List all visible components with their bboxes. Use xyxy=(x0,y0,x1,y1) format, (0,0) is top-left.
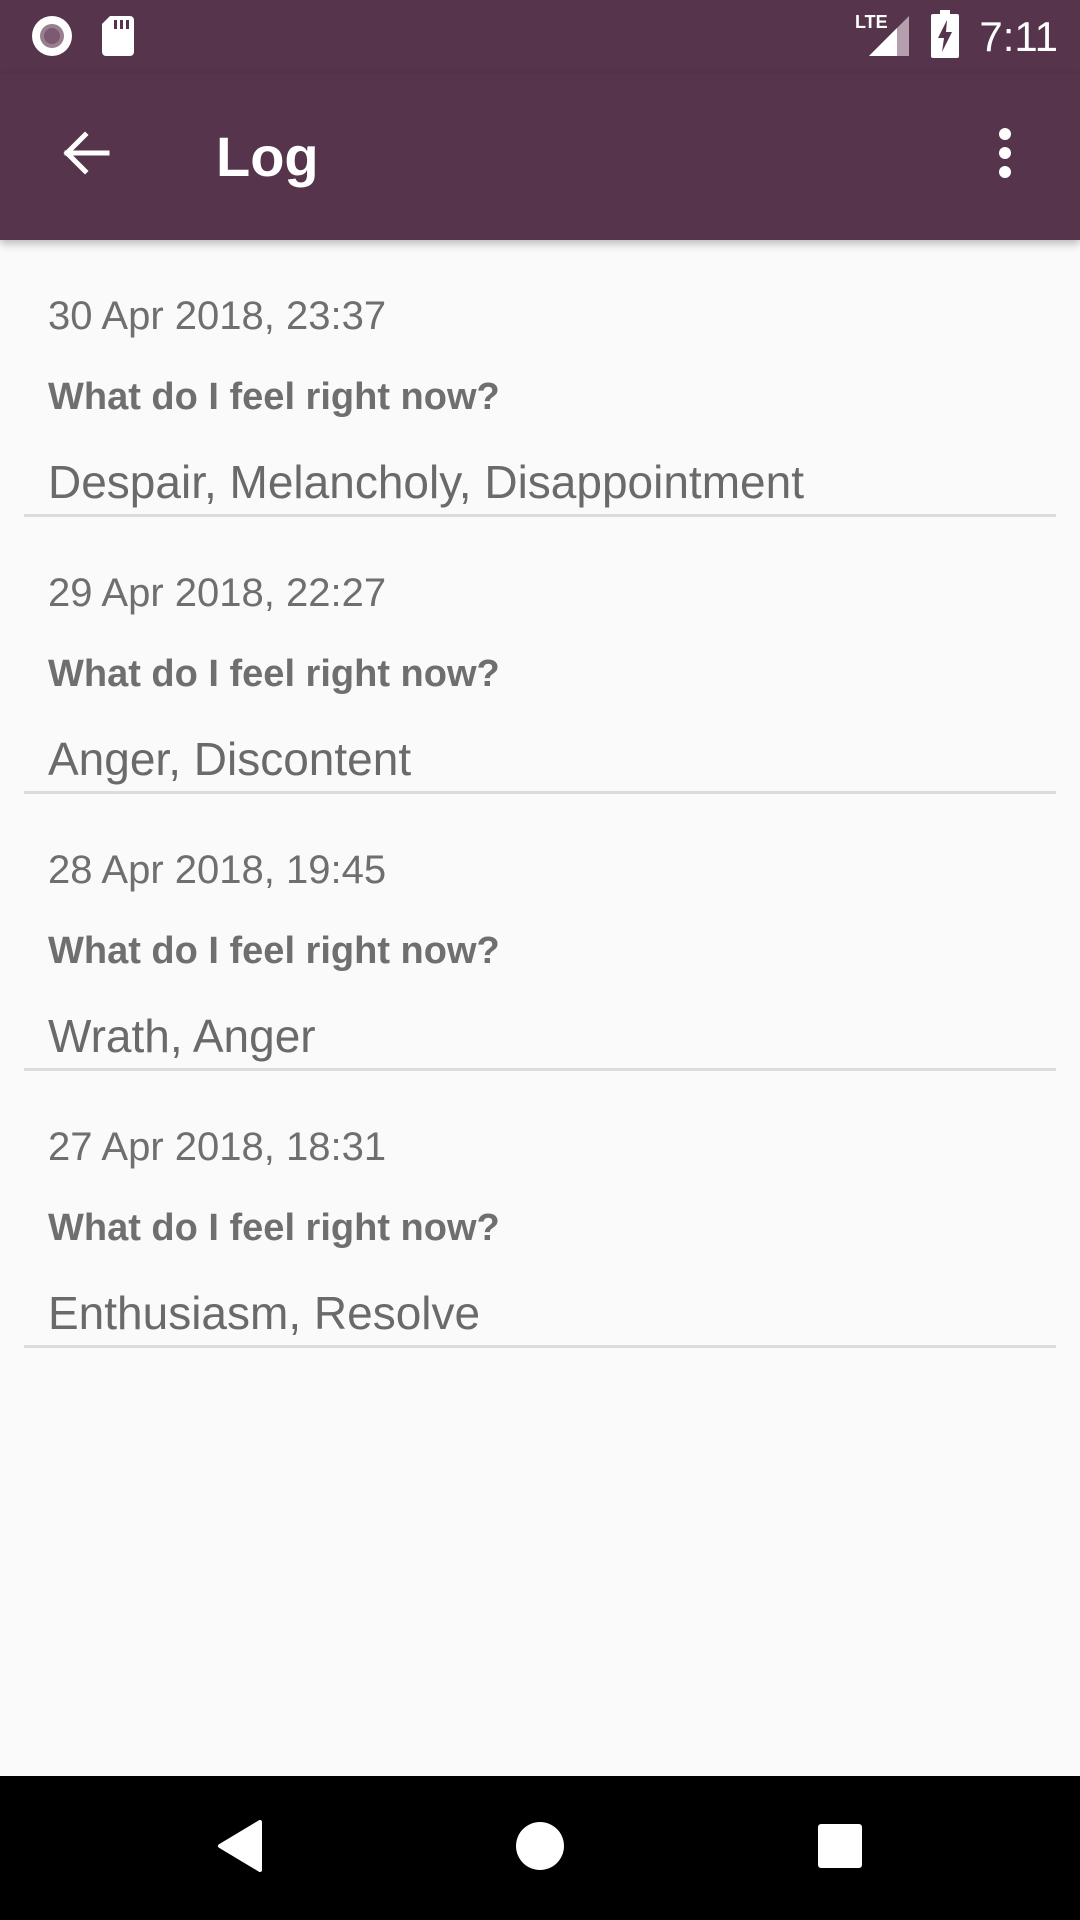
entry-date: 29 Apr 2018, 22:27 xyxy=(48,571,387,615)
nav-home-button[interactable] xyxy=(495,1808,585,1888)
sd-card-icon xyxy=(102,16,134,61)
network-type-label: LTE xyxy=(855,12,888,32)
nav-recents-button[interactable] xyxy=(795,1808,885,1888)
status-right-icons: LTE 7:11 xyxy=(855,10,1058,63)
entry-answer: Anger, Discontent xyxy=(48,733,412,785)
more-vert-icon xyxy=(997,127,1013,184)
status-bar: LTE 7:11 xyxy=(0,0,1080,74)
entry-answer: Enthusiasm, Resolve xyxy=(48,1287,481,1339)
log-entry[interactable]: 30 Apr 2018, 23:37 What do I feel right … xyxy=(24,240,1056,517)
entry-question: What do I feel right now? xyxy=(48,376,500,418)
arrow-back-icon xyxy=(59,127,111,184)
back-triangle-icon xyxy=(216,1819,266,1877)
entry-question: What do I feel right now? xyxy=(48,653,500,695)
page-title: Log xyxy=(216,125,319,188)
recents-square-icon xyxy=(817,1823,863,1874)
entry-question: What do I feel right now? xyxy=(48,1207,500,1249)
nav-back-button[interactable] xyxy=(196,1808,286,1888)
entry-answer: Wrath, Anger xyxy=(48,1010,316,1062)
back-button[interactable] xyxy=(40,110,130,200)
status-time: 7:11 xyxy=(979,12,1058,60)
record-icon xyxy=(30,14,74,63)
status-left-icons xyxy=(30,14,134,63)
log-list: 30 Apr 2018, 23:37 What do I feel right … xyxy=(24,240,1056,1348)
more-options-button[interactable] xyxy=(960,110,1050,200)
battery-charging-icon xyxy=(931,10,960,63)
home-circle-icon xyxy=(515,1821,565,1876)
log-entry[interactable]: 29 Apr 2018, 22:27 What do I feel right … xyxy=(24,517,1056,794)
log-entry[interactable]: 27 Apr 2018, 18:31 What do I feel right … xyxy=(24,1071,1056,1348)
entry-date: 27 Apr 2018, 18:31 xyxy=(48,1125,387,1169)
entry-date: 30 Apr 2018, 23:37 xyxy=(48,294,387,338)
app-bar: Log xyxy=(0,74,1080,240)
log-entry[interactable]: 28 Apr 2018, 19:45 What do I feel right … xyxy=(24,794,1056,1071)
system-nav-bar xyxy=(0,1776,1080,1920)
entry-question: What do I feel right now? xyxy=(48,930,500,972)
signal-icon: LTE xyxy=(855,10,911,63)
entry-date: 28 Apr 2018, 19:45 xyxy=(48,848,387,892)
entry-answer: Despair, Melancholy, Disappointment xyxy=(48,456,804,508)
